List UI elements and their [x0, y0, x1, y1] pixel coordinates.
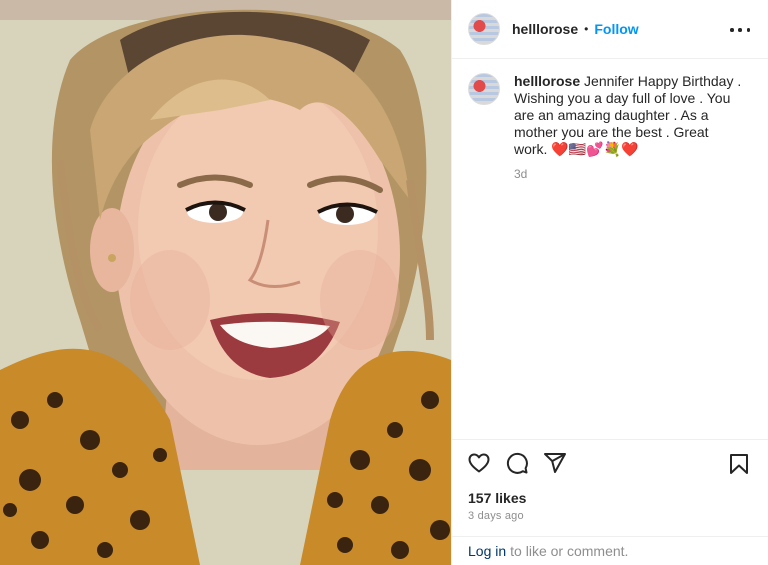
separator-dot: •	[584, 22, 589, 36]
caption-body: helllorose Jennifer Happy Birthday . Wis…	[514, 73, 742, 183]
heart-outline-icon[interactable]	[466, 450, 492, 476]
login-prompt-text: to like or comment.	[510, 543, 629, 559]
post-side-panel: helllorose • Follow helllorose Jennifer …	[451, 0, 768, 565]
follow-button[interactable]: Follow	[594, 21, 638, 37]
caption: helllorose Jennifer Happy Birthday . Wis…	[468, 73, 752, 183]
post-date[interactable]: 3 days ago	[468, 510, 524, 522]
caption-timestamp[interactable]: 3d	[514, 166, 742, 183]
avatar[interactable]	[468, 13, 500, 45]
post-actions	[452, 439, 768, 486]
caption-username[interactable]: helllorose	[514, 73, 580, 89]
paper-plane-icon[interactable]	[542, 450, 568, 476]
portrait-image	[0, 0, 451, 565]
login-link[interactable]: Log in	[468, 543, 506, 559]
post-photo[interactable]	[0, 0, 451, 565]
likes-count[interactable]: 157 likes	[468, 490, 526, 506]
more-options-icon[interactable]	[730, 20, 750, 40]
instagram-post: helllorose • Follow helllorose Jennifer …	[0, 0, 768, 565]
login-prompt: Log in to like or comment.	[452, 536, 768, 565]
caption-avatar[interactable]	[468, 73, 500, 105]
header-username[interactable]: helllorose	[512, 21, 578, 37]
post-header: helllorose • Follow	[452, 0, 768, 59]
comment-bubble-icon[interactable]	[504, 450, 530, 476]
bookmark-icon[interactable]	[726, 451, 752, 477]
